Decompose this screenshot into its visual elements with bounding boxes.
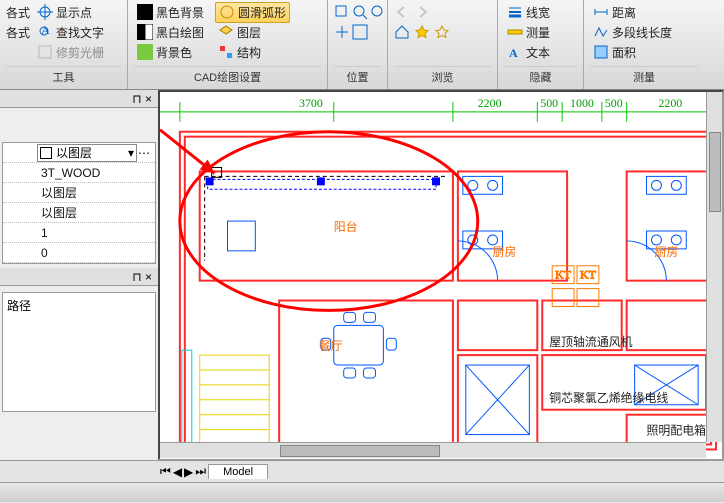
picker-icon[interactable]: ⋯ [137,146,151,160]
panel-label-hide: 隐藏 [504,66,577,89]
panel-label-cad: CAD绘图设置 [134,66,321,89]
fmt-label2: 各式 [6,24,30,41]
layer-select[interactable]: 以图层 ▾ [37,144,137,162]
ribbon-panel-hide: 线宽 测量 A文本 隐藏 [498,0,584,89]
struct-button[interactable]: 结构 [215,43,264,62]
text-button[interactable]: A文本 [504,43,553,62]
ribbon: 各式 显示点 各式 A 查找文字 [0,0,724,90]
arc-icon [219,4,235,20]
prop-row[interactable]: 3T_WOOD [3,163,155,183]
model-tabs: ⏮ ◀ ▶ ⏭ Model [0,460,724,482]
panel-pin-1[interactable]: ⊓ × [0,90,158,108]
text-icon: A [507,44,523,60]
prop-row[interactable]: 0 [3,243,155,263]
dist-button[interactable]: 距离 [590,3,639,22]
layer-button[interactable]: 图层 [215,23,264,42]
layer-icon [218,24,234,40]
dim-d2: 2200 [478,96,502,110]
chevron-down-icon: ▾ [128,146,134,160]
trim-icon [37,44,53,60]
target-icon [37,4,53,20]
bgcolor-icon [137,44,153,60]
drawing-canvas[interactable]: 3700 2200 500 1000 500 2200 [158,90,724,460]
dim-d6: 2200 [658,96,682,110]
dist-icon [593,4,609,20]
label-cable: 铜芯聚氯乙烯绝缘电线 [549,391,668,405]
ribbon-panel-measure: 距离 多段线长度 面积 测量 [584,0,704,89]
vscrollbar[interactable] [706,92,722,442]
ribbon-panel-cad: 黑色背景 黑白绘图 背景色 圆滑弧形 图层 结构 CAD绘图设置 [128,0,328,89]
ribbon-panel-browse: 浏览 [388,0,498,89]
trim-raster-button[interactable]: 修剪光栅 [34,43,107,62]
floorplan-svg: 3700 2200 500 1000 500 2200 [160,92,722,459]
svg-text:A: A [509,46,518,60]
panel-label-tools: 工具 [6,66,121,89]
linew-icon [507,4,523,20]
prop-row[interactable]: 以图层 [3,203,155,223]
polylen-icon [593,24,609,40]
svg-text:KT: KT [580,268,597,282]
dim-d4: 1000 [570,96,594,110]
label-kitchen2: 厨房 [654,245,678,259]
black-bg-button[interactable]: 黑色背景 [134,3,207,22]
zoom-in-icon[interactable] [352,4,368,20]
zoom-window-icon[interactable] [334,4,350,20]
zoom-out-icon[interactable] [370,4,386,20]
tab-nav-next[interactable]: ▶ [184,465,193,479]
label-balcony: 阳台 [334,220,358,234]
svg-text:KT: KT [555,268,572,282]
fwd-icon[interactable] [414,4,430,20]
ribbon-panel-tools: 各式 显示点 各式 A 查找文字 [0,0,128,89]
path-panel: 路径 [2,292,156,412]
star-icon[interactable] [414,24,430,40]
back-icon[interactable] [394,4,410,20]
area-icon [593,44,609,60]
statusbar [0,482,724,502]
label-panel: 照明配电箱 [647,424,707,438]
bg-black-icon [137,4,153,20]
bw-draw-button[interactable]: 黑白绘图 [134,23,207,42]
pin-icon: ⊓ × [132,270,152,284]
prop-row[interactable]: 1 [3,223,155,243]
bw-draw-icon [137,24,153,40]
label-dining: 餐厅 [319,339,343,353]
panel-pin-2[interactable]: ⊓ × [0,268,158,286]
svg-text:A: A [41,24,50,37]
star2-icon[interactable] [434,24,450,40]
tab-nav-prev[interactable]: ◀ [173,465,182,479]
find-text-button[interactable]: A 查找文字 [34,23,107,42]
measure-icon [507,24,523,40]
area-button[interactable]: 面积 [590,43,639,62]
pin-icon: ⊓ × [132,92,152,106]
hscrollbar[interactable] [160,442,706,458]
find-icon: A [37,24,53,40]
ribbon-panel-pos: 位置 [328,0,388,89]
dim-d3: 500 [540,96,558,110]
panel-label-pos: 位置 [334,66,381,89]
struct-icon [218,44,234,60]
prop-row[interactable]: 以图层 [3,183,155,203]
dim-d1: 3700 [299,96,323,110]
tab-nav-first[interactable]: ⏮ [160,464,171,479]
tab-nav-last[interactable]: ⏭ [195,464,206,479]
measure-button[interactable]: 测量 [504,23,553,42]
side-panels: ⊓ × 以图层 ▾ ⋯ 3T_WOOD 以图层 以图层 1 0 ⊓ × 路径 [0,90,158,460]
label-fan: 屋顶轴流通风机 [549,335,632,349]
panel-label-measure: 测量 [590,66,698,89]
extents-icon[interactable] [352,24,368,40]
linewidth-button[interactable]: 线宽 [504,3,553,22]
smooth-arc-button[interactable]: 圆滑弧形 [215,2,290,23]
dim-d5: 500 [605,96,623,110]
label-kitchen1: 厨房 [493,245,517,259]
polylen-button[interactable]: 多段线长度 [590,23,675,42]
fmt-label: 各式 [6,4,30,21]
home-icon[interactable] [394,24,410,40]
tab-model[interactable]: Model [208,464,268,479]
properties-panel: 以图层 ▾ ⋯ 3T_WOOD 以图层 以图层 1 0 [2,142,156,264]
panel-label-browse: 浏览 [394,66,491,89]
path-title: 路径 [7,297,151,314]
show-points-button[interactable]: 显示点 [34,3,95,22]
pan-icon[interactable] [334,24,350,40]
bgcolor-button[interactable]: 背景色 [134,43,195,62]
